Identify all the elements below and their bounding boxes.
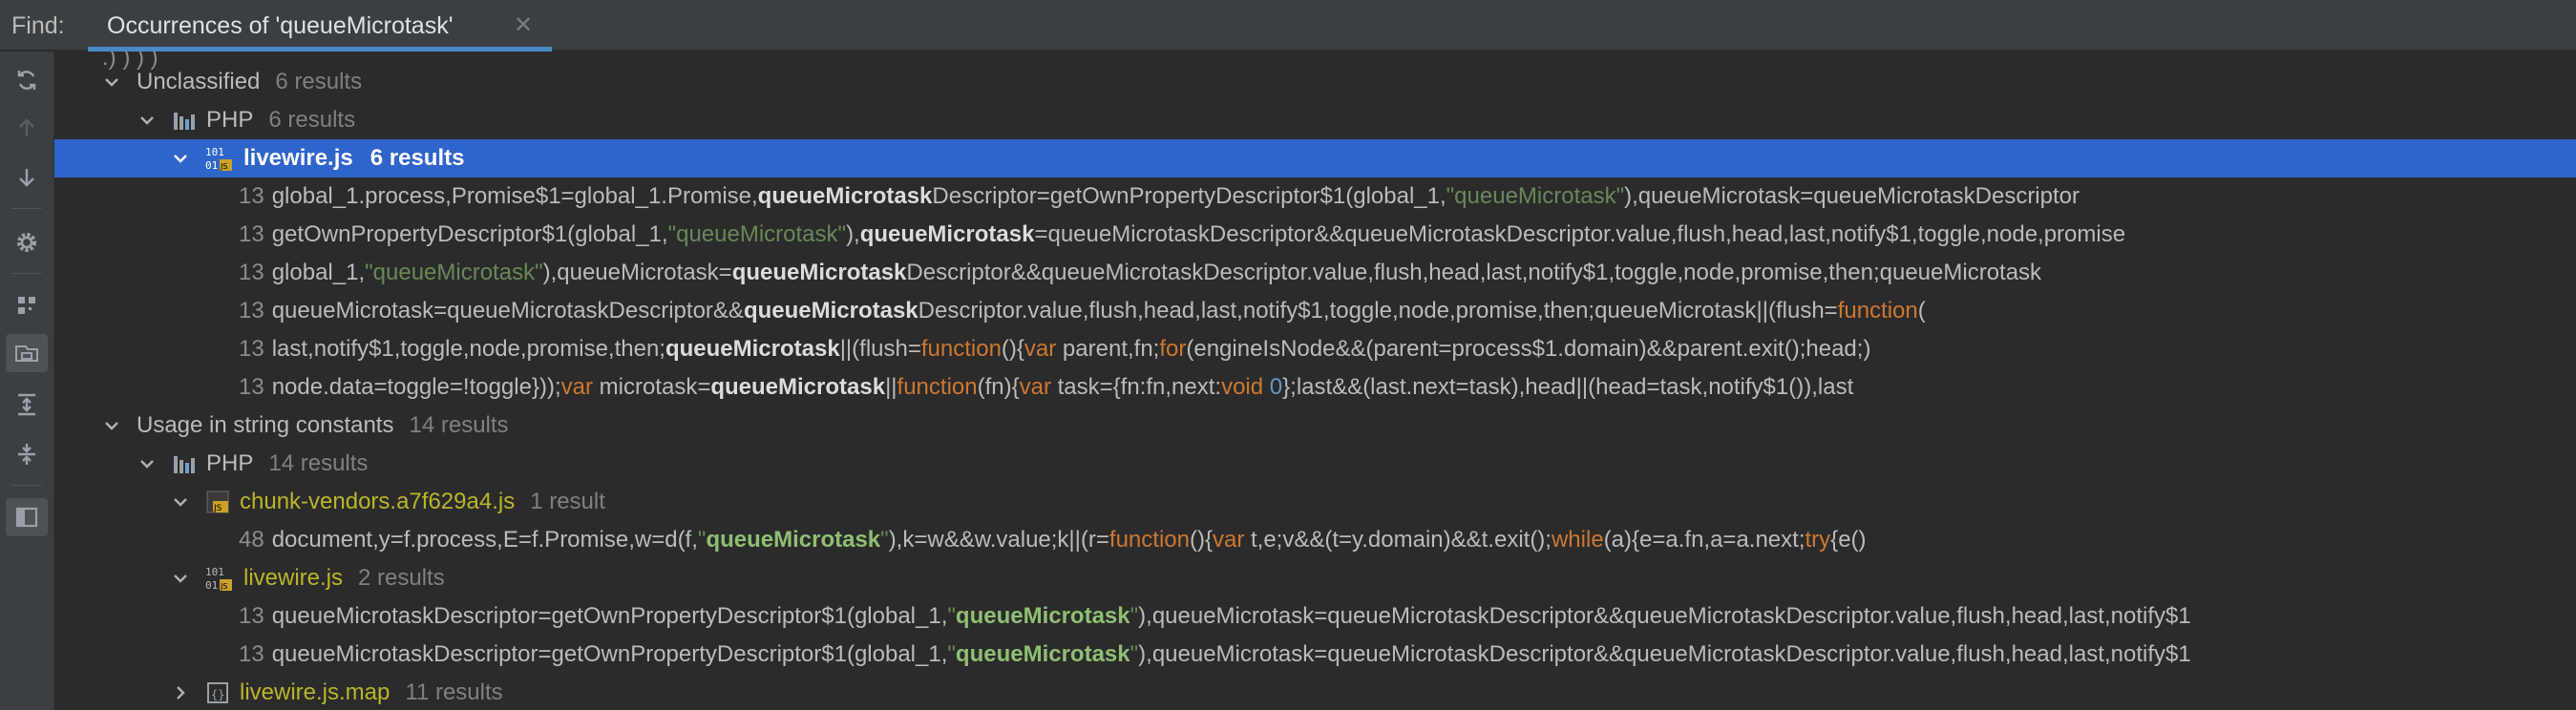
result-count: 6 results xyxy=(275,69,363,94)
result-count: 14 results xyxy=(268,450,369,476)
file-node-livewire-js-map[interactable]: {} livewire.js.map 11 results xyxy=(54,674,2576,710)
line-number: 13 xyxy=(239,298,264,324)
line-number: 13 xyxy=(239,641,264,667)
usage-row[interactable]: 13 queueMicrotaskDescriptor=getOwnProper… xyxy=(54,636,2576,674)
svg-text:JS: JS xyxy=(220,582,227,591)
svg-text:01: 01 xyxy=(205,159,218,172)
chevron-down-icon[interactable] xyxy=(171,149,190,168)
filter-icon[interactable] xyxy=(6,334,48,372)
refresh-icon[interactable] xyxy=(0,61,53,99)
usage-row[interactable]: 13 node.data=toggle=!toggle}));var micro… xyxy=(54,368,2576,407)
file-node-livewire-js-2[interactable]: 101 01 JS livewire.js 2 results xyxy=(54,559,2576,597)
usage-text: queueMicrotaskDescriptor=getOwnPropertyD… xyxy=(271,641,2191,667)
find-label: Find: xyxy=(11,12,65,39)
find-toolbar: Find: Occurrences of 'queueMicrotask' ✕ xyxy=(0,0,2576,52)
group-string-constants[interactable]: Usage in string constants 14 results xyxy=(54,407,2576,445)
close-icon[interactable]: ✕ xyxy=(514,11,533,39)
binary-file-icon: 101 01 JS xyxy=(205,145,234,172)
js-file-icon: JS xyxy=(205,490,230,514)
file-name: livewire.js xyxy=(243,565,344,591)
svg-text:101: 101 xyxy=(205,566,224,578)
map-file-icon: {} xyxy=(205,680,230,705)
group-label: Unclassified xyxy=(137,69,261,94)
usage-text: global_1,"queueMicrotask"),queueMicrotas… xyxy=(271,260,2042,285)
file-node-livewire-js[interactable]: 101 01 JS livewire.js 6 results xyxy=(54,139,2576,178)
group-label: PHP xyxy=(206,107,254,133)
usage-text: global_1.process,Promise$1=global_1.Prom… xyxy=(271,183,2080,209)
chevron-down-icon[interactable] xyxy=(137,111,157,130)
usage-row[interactable]: 13 getOwnPropertyDescriptor$1(global_1,"… xyxy=(54,216,2576,254)
result-count: 2 results xyxy=(358,565,445,591)
usage-text: node.data=toggle=!toggle}));var microtas… xyxy=(271,374,1854,400)
result-count: 11 results xyxy=(405,679,503,705)
group-label: Usage in string constants xyxy=(137,412,394,438)
group-icon[interactable] xyxy=(0,286,53,324)
results-tree: .) ) ) ) Unclassified 6 results PHP 6 re… xyxy=(54,52,2576,710)
svg-text:{}: {} xyxy=(211,688,224,701)
usage-text: getOwnPropertyDescriptor$1(global_1,"que… xyxy=(271,221,2126,247)
file-node-chunk-vendors[interactable]: JS chunk-vendors.a7f629a4.js 1 result xyxy=(54,483,2576,521)
line-number: 13 xyxy=(239,183,264,209)
result-count: 1 result xyxy=(530,489,605,514)
usage-row[interactable]: 48 document,y=f.process,E=f.Promise,w=d(… xyxy=(54,521,2576,559)
collapse-all-icon[interactable] xyxy=(0,435,53,473)
line-number: 13 xyxy=(239,603,264,629)
result-count: 6 results xyxy=(370,145,465,171)
arrow-up-icon[interactable] xyxy=(0,109,53,147)
usage-row[interactable]: 13 queueMicrotask=queueMicrotaskDescript… xyxy=(54,292,2576,330)
usage-text: queueMicrotask=queueMicrotaskDescriptor&… xyxy=(271,298,1926,324)
chevron-down-icon[interactable] xyxy=(171,492,190,512)
usage-row[interactable]: 13 last,notify$1,toggle,node,promise,the… xyxy=(54,330,2576,368)
svg-text:JS: JS xyxy=(213,504,222,513)
tab-title: Occurrences of 'queueMicrotask' xyxy=(107,12,454,39)
file-name: livewire.js xyxy=(243,145,353,171)
separator xyxy=(11,208,42,209)
usage-row[interactable]: 13 global_1,"queueMicrotask"),queueMicro… xyxy=(54,254,2576,292)
chevron-right-icon[interactable] xyxy=(171,683,190,702)
svg-text:JS: JS xyxy=(220,162,227,171)
separator xyxy=(11,273,42,274)
group-label: PHP xyxy=(206,450,254,476)
find-sidebar xyxy=(0,52,54,710)
group-unclassified[interactable]: Unclassified 6 results xyxy=(54,63,2576,101)
gear-icon[interactable] xyxy=(0,223,53,261)
result-count: 6 results xyxy=(268,107,356,133)
line-number: 13 xyxy=(239,374,264,400)
line-number: 13 xyxy=(239,336,264,362)
group-php[interactable]: PHP 6 results xyxy=(54,101,2576,139)
module-icon xyxy=(172,452,197,475)
expand-all-icon[interactable] xyxy=(0,386,53,424)
line-number: 48 xyxy=(239,527,264,553)
svg-text:101: 101 xyxy=(205,146,224,158)
tab-occurrences[interactable]: Occurrences of 'queueMicrotask' ✕ xyxy=(88,0,552,52)
usage-row[interactable]: 13 global_1.process,Promise$1=global_1.P… xyxy=(54,178,2576,216)
chevron-down-icon[interactable] xyxy=(171,569,190,588)
usage-text: last,notify$1,toggle,node,promise,then;q… xyxy=(271,336,1871,362)
chevron-down-icon[interactable] xyxy=(102,416,121,435)
line-number: 13 xyxy=(239,221,264,247)
file-name: chunk-vendors.a7f629a4.js xyxy=(240,489,516,514)
result-count: 14 results xyxy=(409,412,509,438)
chevron-down-icon[interactable] xyxy=(137,454,157,473)
module-icon xyxy=(172,109,197,132)
chevron-down-icon[interactable] xyxy=(102,73,121,92)
separator xyxy=(11,485,42,486)
line-number: 13 xyxy=(239,260,264,285)
preview-icon[interactable] xyxy=(6,498,48,536)
binary-file-icon: 101 01 JS xyxy=(205,565,234,592)
arrow-down-icon[interactable] xyxy=(0,158,53,197)
file-name: livewire.js.map xyxy=(240,679,391,705)
usage-row[interactable]: 13 queueMicrotaskDescriptor=getOwnProper… xyxy=(54,597,2576,636)
group-php[interactable]: PHP 14 results xyxy=(54,445,2576,483)
usage-text: document,y=f.process,E=f.Promise,w=d(f,"… xyxy=(271,527,1867,553)
usage-text: queueMicrotaskDescriptor=getOwnPropertyD… xyxy=(271,603,2191,629)
svg-text:01: 01 xyxy=(205,579,218,592)
